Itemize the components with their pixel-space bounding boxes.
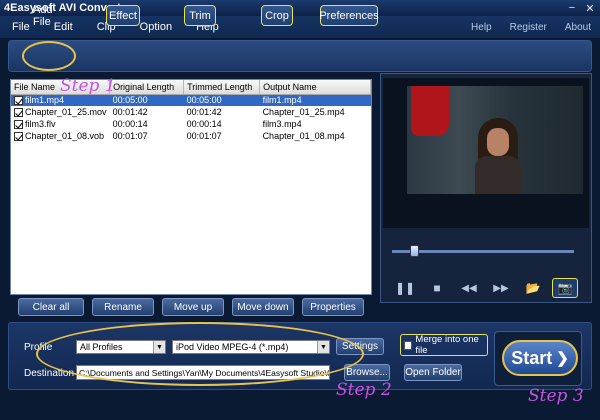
browse-button[interactable]: Browse... bbox=[344, 364, 390, 381]
rename-button[interactable]: Rename bbox=[92, 298, 154, 316]
merge-label: Merge into one file bbox=[415, 334, 479, 356]
file-name-cell: film3.flv bbox=[11, 118, 110, 130]
file-name: film3.flv bbox=[25, 118, 56, 129]
file-name-cell: Chapter_01_08.vob bbox=[11, 130, 110, 142]
original-length-cell: 00:01:07 bbox=[112, 131, 148, 141]
properties-button[interactable]: Properties bbox=[302, 298, 364, 316]
open-folder-button[interactable]: Open Folder bbox=[404, 364, 462, 381]
merge-option[interactable]: Merge into one file bbox=[400, 334, 488, 356]
register-link[interactable]: Register bbox=[501, 22, 556, 33]
trimmed-length-cell: 00:01:42 bbox=[186, 107, 222, 117]
stop-icon[interactable]: ■ bbox=[426, 278, 448, 298]
row-checkbox[interactable] bbox=[14, 108, 23, 118]
file-list[interactable]: File Name Original Length Trimmed Length… bbox=[10, 79, 372, 295]
rewind-icon[interactable]: ◀◀ bbox=[458, 278, 480, 298]
effect-button[interactable]: Effect bbox=[106, 5, 140, 26]
video-figure bbox=[411, 86, 449, 136]
row-checkbox[interactable] bbox=[14, 96, 23, 106]
step2-highlight bbox=[36, 322, 364, 386]
pause-icon[interactable]: ❚❚ bbox=[394, 278, 416, 298]
video-preview bbox=[383, 78, 589, 228]
about-link[interactable]: About bbox=[556, 22, 600, 33]
column-output-name[interactable]: Output Name bbox=[259, 80, 371, 95]
output-name-cell: film1.mp4 bbox=[259, 94, 371, 106]
original-length-cell: 00:01:42 bbox=[112, 107, 148, 117]
output-name-cell: Chapter_01_08.mp4 bbox=[262, 131, 345, 141]
step2-label: Step 2 bbox=[336, 380, 392, 400]
column-trimmed-length[interactable]: Trimmed Length bbox=[183, 80, 261, 95]
step3-label: Step 3 bbox=[528, 386, 584, 406]
help-link[interactable]: Help bbox=[462, 22, 501, 33]
add-file-button[interactable]: Add File bbox=[26, 4, 72, 28]
seek-bar[interactable] bbox=[392, 250, 574, 253]
clear-all-button[interactable]: Clear all bbox=[18, 298, 84, 316]
move-down-button[interactable]: Move down bbox=[232, 298, 294, 316]
video-person-body bbox=[475, 156, 521, 194]
toolbar bbox=[8, 40, 592, 72]
table-row[interactable]: Chapter_01_08.vob 00:01:07 00:01:07 Chap… bbox=[11, 130, 371, 142]
seek-thumb[interactable] bbox=[409, 245, 419, 257]
merge-checkbox[interactable] bbox=[404, 340, 413, 350]
table-row[interactable]: film3.flv 00:00:14 00:00:14 film3.mp4 bbox=[11, 118, 371, 130]
start-button[interactable]: Start ❯ bbox=[502, 340, 578, 376]
file-name: Chapter_01_25.mov bbox=[25, 106, 107, 117]
original-length-cell: 00:05:00 bbox=[109, 94, 184, 106]
table-row[interactable]: Chapter_01_25.mov 00:01:42 00:01:42 Chap… bbox=[11, 106, 371, 118]
fast-forward-icon[interactable]: ▶▶ bbox=[490, 278, 512, 298]
step1-highlight bbox=[22, 41, 76, 71]
open-folder-icon[interactable]: 📂 bbox=[522, 278, 544, 298]
file-name: Chapter_01_08.vob bbox=[25, 130, 105, 141]
video-person-face bbox=[487, 128, 509, 156]
preferences-button[interactable]: Preferences bbox=[319, 5, 379, 26]
start-label: Start bbox=[511, 347, 553, 368]
crop-button[interactable]: Crop bbox=[261, 5, 293, 26]
file-name-cell: Chapter_01_25.mov bbox=[11, 106, 110, 118]
title-bar: 4Easysoft AVI Converter − ✕ bbox=[0, 0, 600, 16]
trimmed-length-cell: 00:05:00 bbox=[183, 94, 260, 106]
step1-label: Step 1 bbox=[60, 76, 116, 96]
close-button[interactable]: ✕ bbox=[582, 1, 598, 15]
minimize-button[interactable]: − bbox=[564, 1, 580, 15]
move-up-button[interactable]: Move up bbox=[162, 298, 224, 316]
output-name-cell: Chapter_01_25.mp4 bbox=[262, 107, 345, 117]
original-length-cell: 00:00:14 bbox=[112, 119, 148, 129]
trim-button[interactable]: Trim bbox=[184, 5, 216, 26]
column-original-length[interactable]: Original Length bbox=[109, 80, 185, 95]
menu-bar: File Edit Clip Option Help Help Register… bbox=[0, 16, 600, 38]
trimmed-length-cell: 00:00:14 bbox=[186, 119, 222, 129]
file-name: film1.mp4 bbox=[25, 95, 65, 106]
chevron-right-icon: ❯ bbox=[556, 350, 569, 367]
output-name-cell: film3.mp4 bbox=[262, 119, 302, 129]
row-checkbox[interactable] bbox=[14, 120, 23, 130]
trimmed-length-cell: 00:01:07 bbox=[186, 131, 222, 141]
snapshot-icon[interactable]: 📷 bbox=[552, 278, 578, 298]
row-checkbox[interactable] bbox=[14, 132, 23, 142]
